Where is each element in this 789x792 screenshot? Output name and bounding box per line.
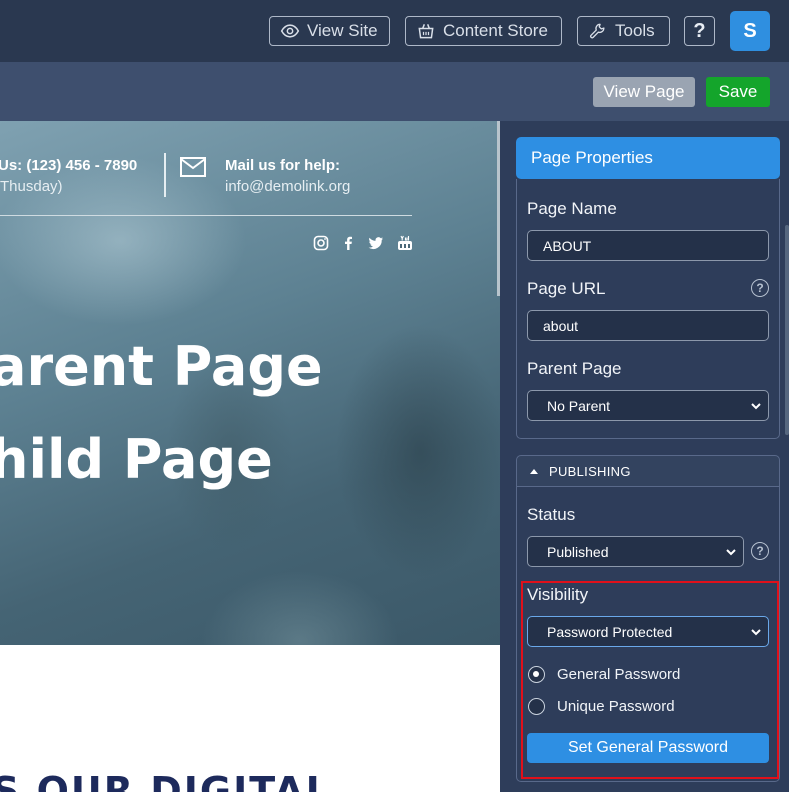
- page-name-label: Page Name: [527, 199, 617, 218]
- section-heading: S OUR DIGITAL: [0, 769, 332, 792]
- header-rule: [0, 215, 412, 216]
- page-url-input[interactable]: about: [527, 310, 769, 341]
- mail-title: Mail us for help:: [225, 157, 341, 174]
- call-hours-text: Thusday): [0, 178, 63, 195]
- view-site-button[interactable]: View Site: [269, 16, 390, 46]
- publishing-header[interactable]: PUBLISHING: [516, 455, 780, 487]
- publishing-title: PUBLISHING: [549, 463, 631, 479]
- avatar[interactable]: S: [730, 11, 770, 51]
- save-button[interactable]: Save: [706, 77, 770, 107]
- header-divider: [164, 153, 166, 197]
- caret-up-icon: [530, 469, 538, 474]
- status-select[interactable]: Published: [527, 536, 744, 567]
- parent-page-label: Parent Page: [527, 359, 622, 378]
- page-name-input[interactable]: ABOUT: [527, 230, 769, 261]
- hero-section: Us: (123) 456 - 7890 Thusday) Mail us fo…: [0, 121, 500, 645]
- highlight-box: [521, 581, 779, 779]
- status-help-icon[interactable]: ?: [751, 542, 769, 560]
- tools-label: Tools: [615, 21, 655, 40]
- top-bar: View Site Content Store Tools ? S: [0, 0, 789, 62]
- view-page-button[interactable]: View Page: [593, 77, 695, 107]
- view-site-label: View Site: [307, 21, 378, 40]
- page-preview: Us: (123) 456 - 7890 Thusday) Mail us fo…: [0, 121, 500, 792]
- help-button[interactable]: ?: [684, 16, 715, 46]
- panel-scrollbar[interactable]: [785, 225, 789, 435]
- tools-button[interactable]: Tools: [577, 16, 670, 46]
- hero-title-line2: hild Page: [0, 428, 273, 491]
- mail-address: info@demolink.org: [225, 178, 351, 195]
- call-us-text: Us: (123) 456 - 7890: [0, 157, 138, 174]
- action-bar: View Page Save: [0, 62, 789, 121]
- youtube-icon[interactable]: [397, 235, 413, 251]
- parent-page-value: No Parent: [547, 397, 611, 414]
- page-properties-header[interactable]: Page Properties: [516, 137, 780, 179]
- chevron-down-icon: [751, 403, 761, 410]
- content-store-label: Content Store: [443, 21, 548, 40]
- eye-icon: [280, 24, 300, 38]
- content-store-button[interactable]: Content Store: [405, 16, 562, 46]
- page-url-help-icon[interactable]: ?: [751, 279, 769, 297]
- status-value: Published: [547, 543, 609, 560]
- chevron-down-icon: [726, 549, 736, 556]
- wrench-icon: [590, 23, 605, 39]
- twitter-icon[interactable]: [368, 235, 384, 251]
- page-url-label: Page URL: [527, 279, 606, 298]
- parent-page-select[interactable]: No Parent: [527, 390, 769, 421]
- basket-icon: [418, 24, 434, 39]
- status-label: Status: [527, 505, 576, 524]
- instagram-icon[interactable]: [313, 235, 329, 251]
- mail-icon: [180, 157, 206, 177]
- facebook-icon[interactable]: [340, 235, 356, 251]
- hero-title-line1: arent Page: [0, 335, 323, 398]
